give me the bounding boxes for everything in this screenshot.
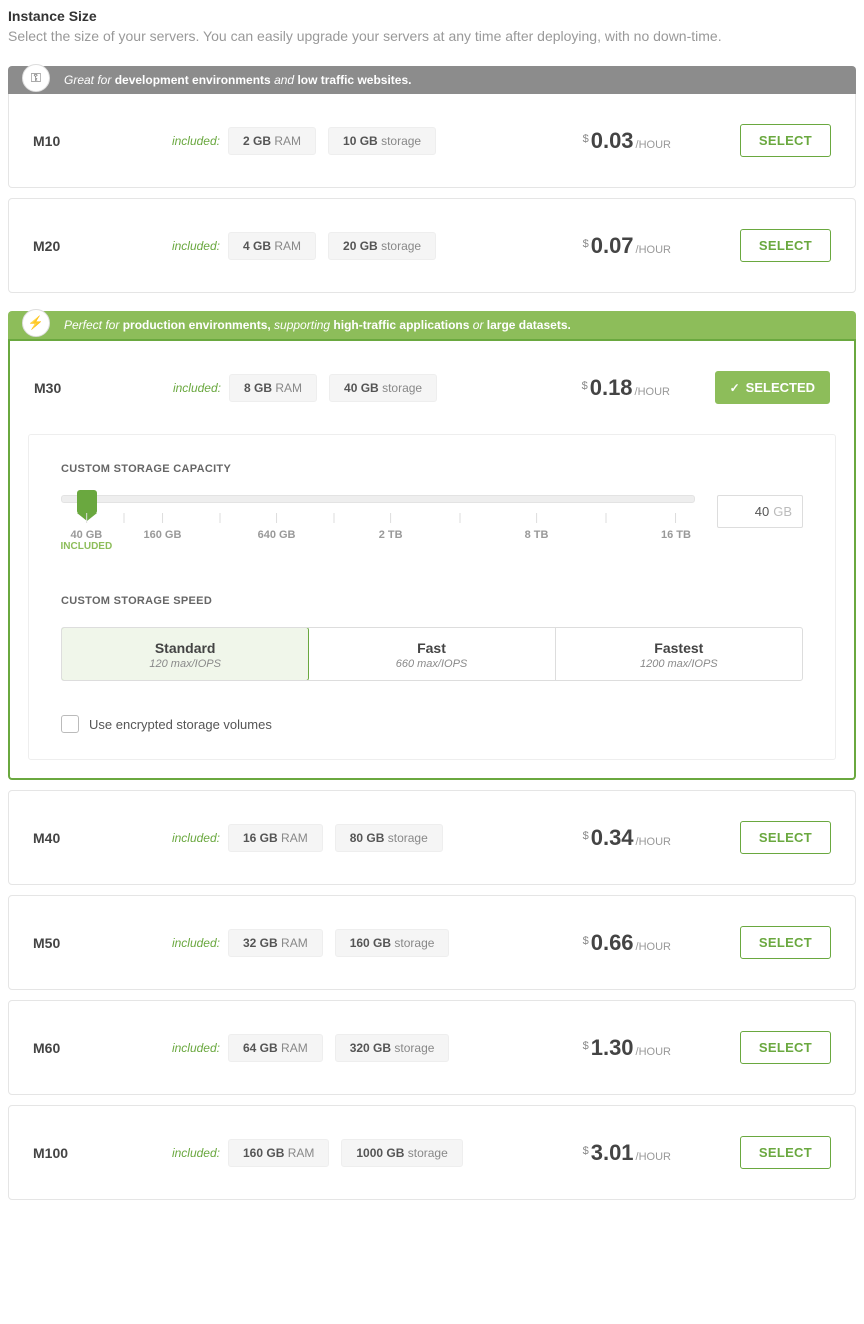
ram-pill: 160 GB RAM xyxy=(228,1139,329,1167)
select-button[interactable]: SELECT xyxy=(740,821,831,854)
encrypt-checkbox[interactable] xyxy=(61,715,79,733)
detail-panel: CUSTOM STORAGE CAPACITY 40 GBINCLUDED 16… xyxy=(28,434,836,760)
storage-pill: 160 GB storage xyxy=(335,929,450,957)
storage-value-input[interactable]: 40GB xyxy=(717,495,803,528)
price: $ 0.18 /HOUR xyxy=(582,375,670,401)
slider-handle[interactable] xyxy=(77,490,97,514)
select-button[interactable]: SELECT xyxy=(740,926,831,959)
check-icon: ✓ xyxy=(730,381,740,395)
tier-m20[interactable]: M20 included: 4 GB RAM 20 GB storage $ 0… xyxy=(8,198,856,293)
banner-dev: ⚿ Great for development environments and… xyxy=(8,66,856,94)
key-icon: ⚿ xyxy=(22,64,50,92)
select-button[interactable]: SELECT xyxy=(740,124,831,157)
select-button[interactable]: SELECT xyxy=(740,1136,831,1169)
tier-name: M60 xyxy=(33,1040,168,1056)
encrypt-label: Use encrypted storage volumes xyxy=(89,717,272,732)
price: $ 0.07 /HOUR xyxy=(583,233,671,259)
ram-pill: 2 GB RAM xyxy=(228,127,316,155)
speed-fastest[interactable]: Fastest 1200 max/IOPS xyxy=(556,628,802,680)
tier-m10[interactable]: M10 included: 2 GB RAM 10 GB storage $ 0… xyxy=(8,94,856,188)
price: $ 0.03 /HOUR xyxy=(583,128,671,154)
price: $ 3.01 /HOUR xyxy=(583,1140,671,1166)
storage-pill: 1000 GB storage xyxy=(341,1139,462,1167)
tier-name: M40 xyxy=(33,830,168,846)
tier-name: M10 xyxy=(33,133,168,149)
storage-pill: 320 GB storage xyxy=(335,1034,450,1062)
storage-pill: 20 GB storage xyxy=(328,232,436,260)
tier-name: M50 xyxy=(33,935,168,951)
tier-name: M20 xyxy=(33,238,168,254)
page-subtitle: Select the size of your servers. You can… xyxy=(8,28,856,44)
tier-name: M100 xyxy=(33,1145,168,1161)
speed-tabs: Standard 120 max/IOPS Fast 660 max/IOPS … xyxy=(61,627,803,681)
storage-slider[interactable] xyxy=(61,495,695,503)
included-label: included: xyxy=(168,936,228,950)
storage-pill: 40 GB storage xyxy=(329,374,437,402)
banner-prod: ⚡ Perfect for production environments, s… xyxy=(8,311,856,339)
speed-fast[interactable]: Fast 660 max/IOPS xyxy=(308,628,555,680)
storage-capacity-label: CUSTOM STORAGE CAPACITY xyxy=(61,463,803,475)
ram-pill: 64 GB RAM xyxy=(228,1034,323,1062)
storage-pill: 10 GB storage xyxy=(328,127,436,155)
select-button[interactable]: SELECT xyxy=(740,1031,831,1064)
price: $ 0.34 /HOUR xyxy=(583,825,671,851)
ram-pill: 32 GB RAM xyxy=(228,929,323,957)
tier-name: M30 xyxy=(34,380,169,396)
speed-standard[interactable]: Standard 120 max/IOPS xyxy=(61,627,309,681)
storage-speed-label: CUSTOM STORAGE SPEED xyxy=(61,595,803,607)
included-label: included: xyxy=(169,381,229,395)
tier-m60[interactable]: M60 included: 64 GB RAM 320 GB storage $… xyxy=(8,1000,856,1095)
ram-pill: 4 GB RAM xyxy=(228,232,316,260)
tier-m100[interactable]: M100 included: 160 GB RAM 1000 GB storag… xyxy=(8,1105,856,1200)
storage-pill: 80 GB storage xyxy=(335,824,443,852)
tier-m40[interactable]: M40 included: 16 GB RAM 80 GB storage $ … xyxy=(8,790,856,885)
tier-m30[interactable]: M30 included: 8 GB RAM 40 GB storage $ 0… xyxy=(8,339,856,780)
selected-badge: ✓SELECTED xyxy=(715,371,830,404)
ram-pill: 8 GB RAM xyxy=(229,374,317,402)
included-label: included: xyxy=(168,831,228,845)
page-title: Instance Size xyxy=(8,8,856,24)
tier-m50[interactable]: M50 included: 32 GB RAM 160 GB storage $… xyxy=(8,895,856,990)
bolt-icon: ⚡ xyxy=(22,309,50,337)
included-label: included: xyxy=(168,239,228,253)
ram-pill: 16 GB RAM xyxy=(228,824,323,852)
price: $ 0.66 /HOUR xyxy=(583,930,671,956)
included-label: included: xyxy=(168,1146,228,1160)
included-label: included: xyxy=(168,1041,228,1055)
select-button[interactable]: SELECT xyxy=(740,229,831,262)
price: $ 1.30 /HOUR xyxy=(583,1035,671,1061)
included-label: included: xyxy=(168,134,228,148)
